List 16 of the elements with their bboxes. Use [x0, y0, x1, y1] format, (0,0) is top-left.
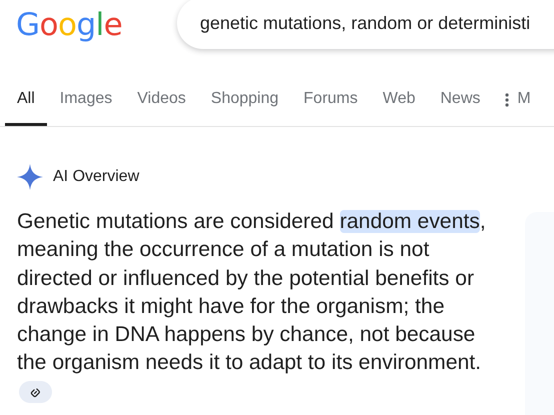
tab[interactable]: Forums: [292, 84, 370, 126]
tab[interactable]: M: [493, 84, 543, 126]
tab[interactable]: Videos: [125, 84, 198, 126]
sparkle-icon: [17, 164, 43, 190]
tab[interactable]: Images: [48, 84, 124, 126]
search-input[interactable]: genetic mutations, random or deterministi: [200, 12, 554, 34]
more-icon: [505, 93, 510, 107]
tab[interactable]: News: [428, 84, 492, 126]
search-field[interactable]: genetic mutations, random or deterministi: [177, 0, 554, 49]
link-icon: [30, 386, 41, 398]
tab[interactable]: Web: [370, 84, 428, 126]
google-logo[interactable]: Google: [16, 7, 177, 43]
link-button[interactable]: [19, 381, 52, 404]
ai-overview-title: AI Overview: [53, 168, 140, 186]
tab[interactable]: Shopping: [198, 84, 291, 126]
ai-overview-text: Genetic mutations are considered random events, meaning the occurrence of a mutation is not directed or influenced by the potential benefits or drawbacks it might have for the organism; the change in DNA happens by chance, not because the organism needs it to adapt to its environment.: [17, 208, 493, 406]
